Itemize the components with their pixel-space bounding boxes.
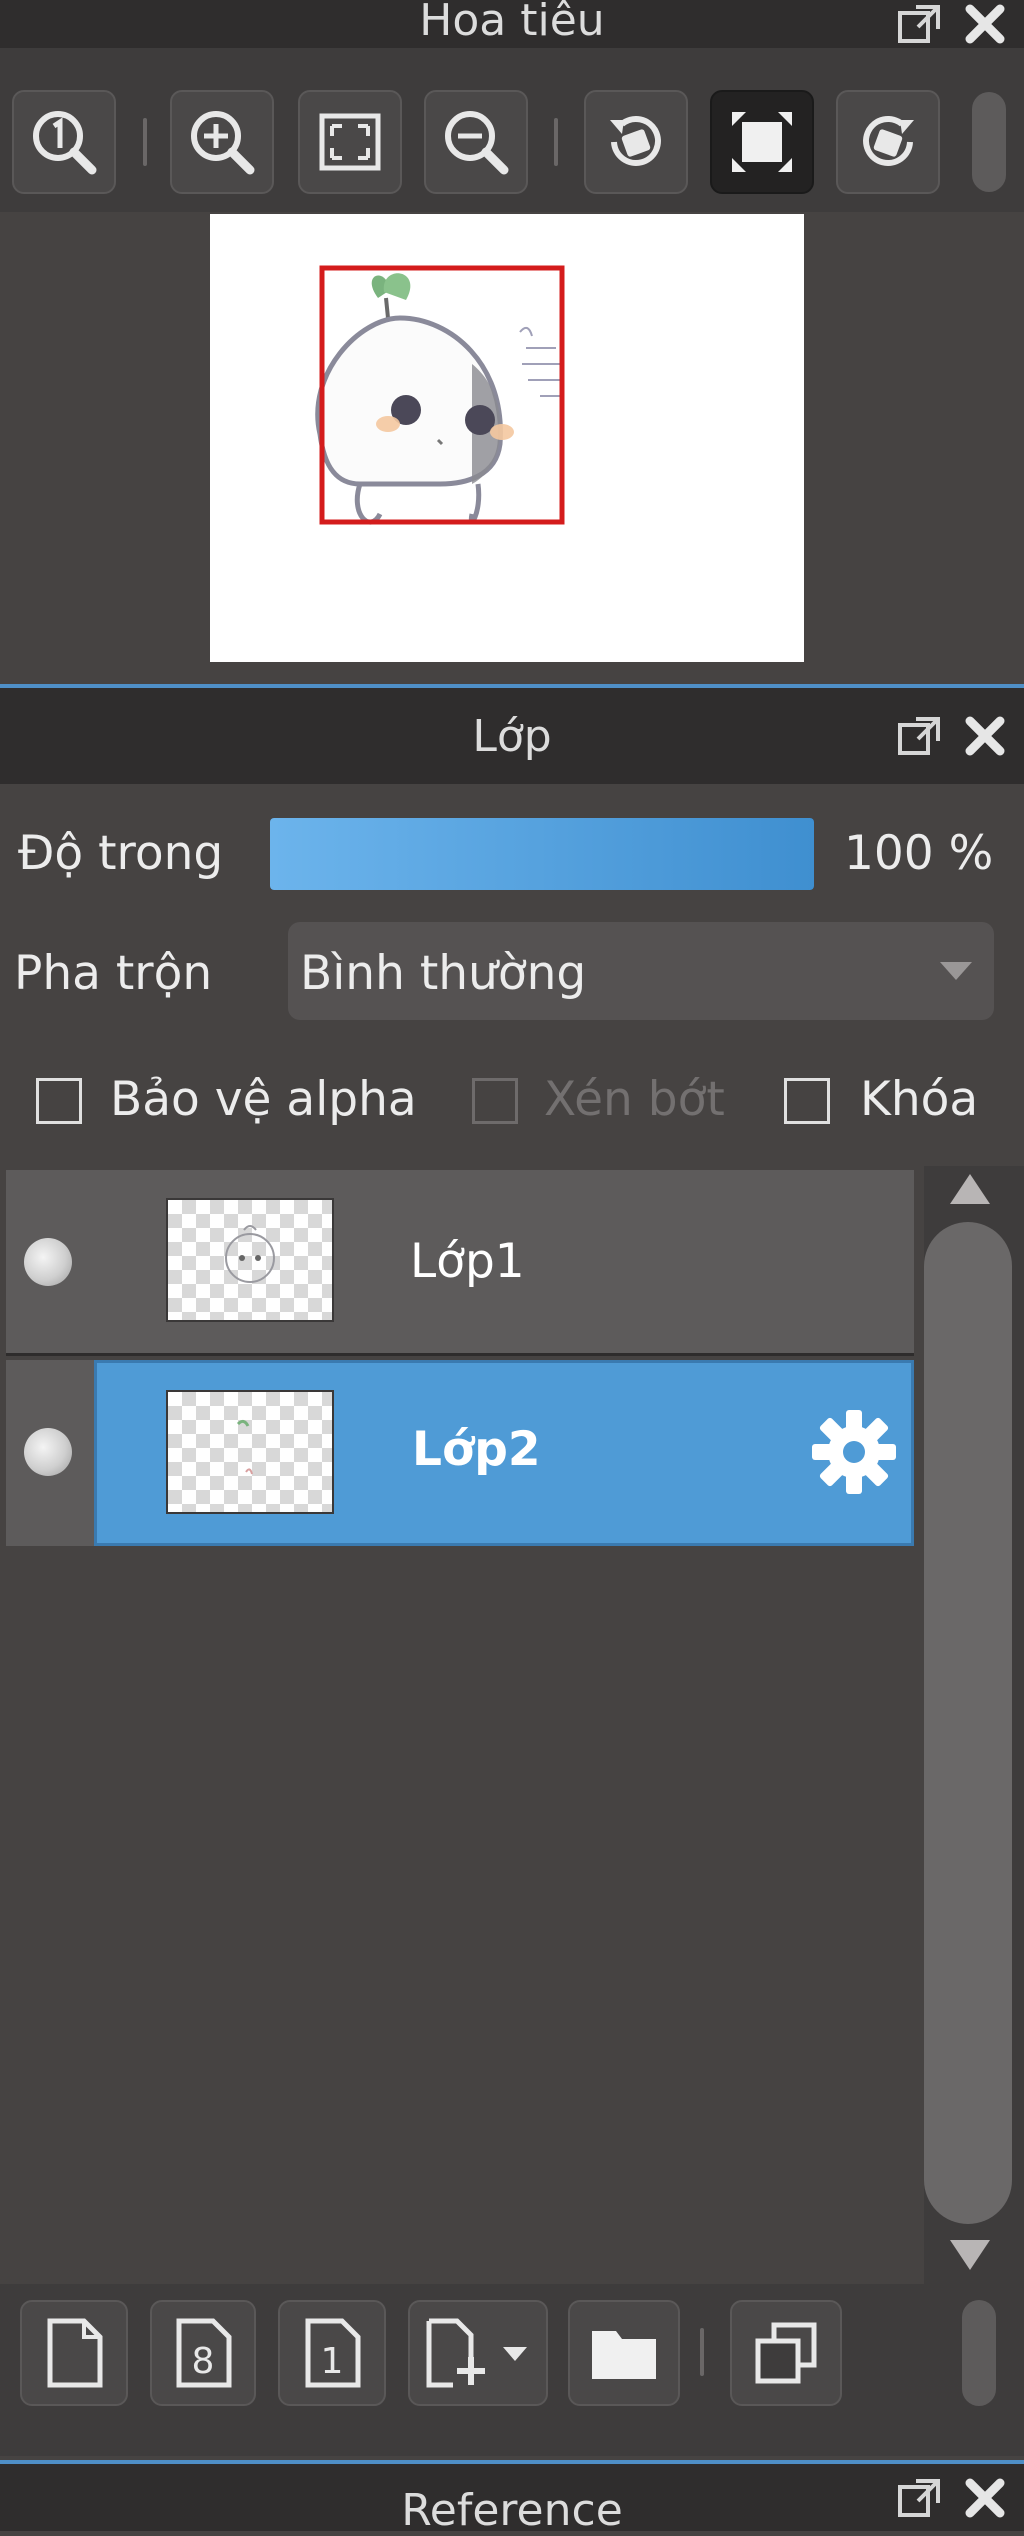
rotate-left-icon <box>610 116 661 166</box>
new-layer-icon <box>47 2318 103 2388</box>
duplicate-layer-button[interactable] <box>730 2300 842 2406</box>
layer-thumbnail <box>166 1390 334 1514</box>
new-folder-button[interactable] <box>568 2300 680 2406</box>
rotate-left-button[interactable] <box>584 90 688 194</box>
layer-list: Lớp1 Lớp2 <box>0 1166 924 2284</box>
popout-icon[interactable] <box>896 2477 942 2519</box>
rotate-right-icon <box>863 116 914 166</box>
scrollbar-thumb[interactable] <box>924 1222 1012 2224</box>
add-layer-menu-button[interactable] <box>408 2300 548 2406</box>
fit-screen-icon <box>319 113 381 171</box>
reference-header: Reference <box>0 2464 1024 2536</box>
navigator-viewport[interactable] <box>0 212 1024 684</box>
rotate-right-button[interactable] <box>836 90 940 194</box>
close-icon[interactable] <box>964 715 1006 757</box>
zoom-actual-icon <box>33 111 97 175</box>
opacity-value: 100 % <box>844 826 994 881</box>
clipping-checkbox[interactable] <box>472 1078 518 1124</box>
zoom-out-button[interactable] <box>424 90 528 194</box>
folder-icon <box>592 2331 656 2379</box>
navigator-header: Hoa tiêu <box>0 0 1024 48</box>
duplicate-icon <box>755 2322 817 2384</box>
layer-name: Lớp2 <box>412 1422 541 1477</box>
layers-title: Lớp <box>472 710 552 762</box>
blend-mode-value: Bình thường <box>300 946 587 1001</box>
clipping-label: Xén bớt <box>544 1072 725 1127</box>
new-layer-button[interactable] <box>20 2300 128 2406</box>
close-icon[interactable] <box>964 2477 1006 2519</box>
layer-name: Lớp1 <box>410 1234 525 1289</box>
lock-label: Khóa <box>860 1072 979 1127</box>
fullscreen-icon <box>732 112 792 172</box>
opacity-slider[interactable] <box>270 818 814 890</box>
opacity-slider-fill <box>270 818 814 890</box>
layers-header: Lớp <box>0 688 1024 784</box>
zoom-out-icon <box>445 111 509 175</box>
layer-8bit-icon: 8 <box>176 2318 232 2388</box>
scroll-down-icon[interactable] <box>950 2240 990 2270</box>
layer-1bit-icon: 1 <box>305 2318 361 2388</box>
zoom-actual-button[interactable] <box>12 90 116 194</box>
new-8bit-layer-button[interactable]: 8 <box>150 2300 256 2406</box>
popout-icon[interactable] <box>896 3 942 45</box>
close-icon[interactable] <box>964 3 1006 45</box>
svg-text:1: 1 <box>321 2341 344 2382</box>
zoom-in-button[interactable] <box>170 90 274 194</box>
toolbar-scroll-handle[interactable] <box>972 92 1006 192</box>
layer-thumbnail <box>166 1198 334 1322</box>
protect-alpha-checkbox[interactable] <box>36 1078 82 1124</box>
visibility-icon[interactable] <box>24 1428 72 1476</box>
scroll-up-icon[interactable] <box>950 1174 990 1204</box>
blend-mode-dropdown[interactable]: Bình thường <box>288 922 994 1020</box>
fullscreen-button[interactable] <box>710 90 814 194</box>
fit-screen-button[interactable] <box>298 90 402 194</box>
protect-alpha-label: Bảo vệ alpha <box>110 1072 417 1127</box>
layer-row-2[interactable]: Lớp2 <box>6 1360 914 1546</box>
layer-scrollbar[interactable] <box>924 1166 1024 2284</box>
gear-icon[interactable] <box>806 1404 902 1500</box>
lock-checkbox[interactable] <box>784 1078 830 1124</box>
canvas-preview <box>210 214 804 662</box>
toolbar-separator <box>143 118 147 166</box>
toolbar-separator <box>700 2328 704 2376</box>
visibility-icon[interactable] <box>24 1238 72 1286</box>
layer-row-1[interactable]: Lớp1 <box>6 1170 914 1356</box>
toolbar-separator <box>554 118 558 166</box>
reference-title: Reference <box>401 2485 623 2536</box>
popout-icon[interactable] <box>896 715 942 757</box>
opacity-label: Độ trong <box>18 826 224 881</box>
zoom-in-icon <box>191 111 255 175</box>
sprout-character-image <box>315 265 565 525</box>
navigator-title: Hoa tiêu <box>419 0 605 46</box>
bottom-toolbar-scroll-handle[interactable] <box>962 2300 996 2406</box>
svg-text:8: 8 <box>192 2341 215 2382</box>
blend-mode-label: Pha trộn <box>14 946 213 1001</box>
chevron-down-icon <box>940 962 972 980</box>
new-1bit-layer-button[interactable]: 1 <box>278 2300 386 2406</box>
add-layer-menu-icon <box>426 2318 527 2388</box>
